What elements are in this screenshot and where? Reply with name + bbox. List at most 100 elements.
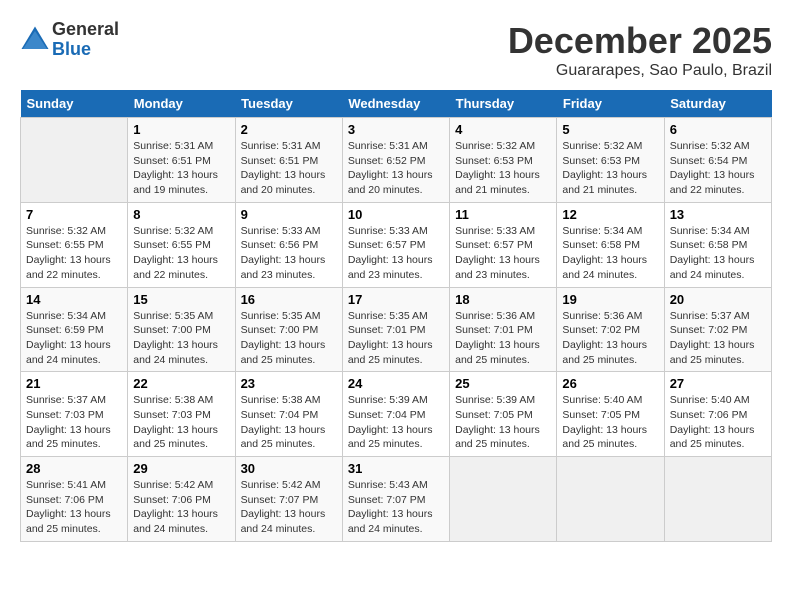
location: Guararapes, Sao Paulo, Brazil <box>508 62 772 80</box>
day-info: Sunrise: 5:38 AM Sunset: 7:03 PM Dayligh… <box>133 393 229 452</box>
day-number: 8 <box>133 207 229 222</box>
day-number: 19 <box>562 292 658 307</box>
day-info: Sunrise: 5:32 AM Sunset: 6:55 PM Dayligh… <box>26 224 122 283</box>
day-number: 24 <box>348 376 444 391</box>
day-info: Sunrise: 5:34 AM Sunset: 6:59 PM Dayligh… <box>26 309 122 368</box>
day-number: 2 <box>241 122 337 137</box>
day-info: Sunrise: 5:32 AM Sunset: 6:55 PM Dayligh… <box>133 224 229 283</box>
weekday-header-tuesday: Tuesday <box>235 90 342 118</box>
weekday-header-wednesday: Wednesday <box>342 90 449 118</box>
day-number: 16 <box>241 292 337 307</box>
week-row-3: 14 Sunrise: 5:34 AM Sunset: 6:59 PM Dayli… <box>21 287 772 372</box>
day-info: Sunrise: 5:33 AM Sunset: 6:57 PM Dayligh… <box>348 224 444 283</box>
day-number: 22 <box>133 376 229 391</box>
calendar-cell <box>450 457 557 542</box>
calendar-cell <box>21 118 128 203</box>
calendar-cell: 22 Sunrise: 5:38 AM Sunset: 7:03 PM Dayli… <box>128 372 235 457</box>
calendar-cell: 31 Sunrise: 5:43 AM Sunset: 7:07 PM Dayli… <box>342 457 449 542</box>
calendar-cell: 27Sunrise: 5:40 AM Sunset: 7:06 PM Dayli… <box>664 372 771 457</box>
day-info: Sunrise: 5:40 AM Sunset: 7:06 PM Dayligh… <box>670 393 766 452</box>
day-info: Sunrise: 5:36 AM Sunset: 7:01 PM Dayligh… <box>455 309 551 368</box>
day-number: 3 <box>348 122 444 137</box>
day-info: Sunrise: 5:39 AM Sunset: 7:04 PM Dayligh… <box>348 393 444 452</box>
calendar-cell: 13 Sunrise: 5:34 AM Sunset: 6:58 PM Dayli… <box>664 202 771 287</box>
day-info: Sunrise: 5:37 AM Sunset: 7:03 PM Dayligh… <box>26 393 122 452</box>
day-number: 5 <box>562 122 658 137</box>
day-number: 13 <box>670 207 766 222</box>
calendar-cell: 19 Sunrise: 5:36 AM Sunset: 7:02 PM Dayli… <box>557 287 664 372</box>
month-title: December 2025 <box>508 20 772 62</box>
calendar-cell: 2 Sunrise: 5:31 AM Sunset: 6:51 PM Daylig… <box>235 118 342 203</box>
day-number: 6 <box>670 122 766 137</box>
day-info: Sunrise: 5:31 AM Sunset: 6:51 PM Dayligh… <box>241 139 337 198</box>
day-number: 7 <box>26 207 122 222</box>
calendar-cell: 23Sunrise: 5:38 AM Sunset: 7:04 PM Dayli… <box>235 372 342 457</box>
calendar-cell: 18Sunrise: 5:36 AM Sunset: 7:01 PM Dayli… <box>450 287 557 372</box>
logo-text: General Blue <box>52 20 119 60</box>
day-info: Sunrise: 5:32 AM Sunset: 6:53 PM Dayligh… <box>455 139 551 198</box>
day-info: Sunrise: 5:34 AM Sunset: 6:58 PM Dayligh… <box>562 224 658 283</box>
calendar-cell: 20Sunrise: 5:37 AM Sunset: 7:02 PM Dayli… <box>664 287 771 372</box>
day-info: Sunrise: 5:39 AM Sunset: 7:05 PM Dayligh… <box>455 393 551 452</box>
day-number: 20 <box>670 292 766 307</box>
calendar-cell: 16Sunrise: 5:35 AM Sunset: 7:00 PM Dayli… <box>235 287 342 372</box>
day-number: 10 <box>348 207 444 222</box>
day-info: Sunrise: 5:36 AM Sunset: 7:02 PM Dayligh… <box>562 309 658 368</box>
logo-icon <box>20 25 50 55</box>
calendar-cell: 21Sunrise: 5:37 AM Sunset: 7:03 PM Dayli… <box>21 372 128 457</box>
day-number: 4 <box>455 122 551 137</box>
calendar-cell: 28 Sunrise: 5:41 AM Sunset: 7:06 PM Dayli… <box>21 457 128 542</box>
calendar-table: SundayMondayTuesdayWednesdayThursdayFrid… <box>20 90 772 542</box>
calendar-cell: 15 Sunrise: 5:35 AM Sunset: 7:00 PM Dayli… <box>128 287 235 372</box>
day-number: 15 <box>133 292 229 307</box>
calendar-cell: 24 Sunrise: 5:39 AM Sunset: 7:04 PM Dayli… <box>342 372 449 457</box>
week-row-1: 1Sunrise: 5:31 AM Sunset: 6:51 PM Daylig… <box>21 118 772 203</box>
day-info: Sunrise: 5:43 AM Sunset: 7:07 PM Dayligh… <box>348 478 444 537</box>
day-number: 25 <box>455 376 551 391</box>
week-row-5: 28 Sunrise: 5:41 AM Sunset: 7:06 PM Dayli… <box>21 457 772 542</box>
logo-general: General <box>52 20 119 40</box>
calendar-cell: 25 Sunrise: 5:39 AM Sunset: 7:05 PM Dayli… <box>450 372 557 457</box>
weekday-header-sunday: Sunday <box>21 90 128 118</box>
calendar-cell: 12 Sunrise: 5:34 AM Sunset: 6:58 PM Dayli… <box>557 202 664 287</box>
day-number: 12 <box>562 207 658 222</box>
calendar-cell: 11Sunrise: 5:33 AM Sunset: 6:57 PM Dayli… <box>450 202 557 287</box>
day-info: Sunrise: 5:32 AM Sunset: 6:54 PM Dayligh… <box>670 139 766 198</box>
week-row-4: 21Sunrise: 5:37 AM Sunset: 7:03 PM Dayli… <box>21 372 772 457</box>
week-row-2: 7 Sunrise: 5:32 AM Sunset: 6:55 PM Daylig… <box>21 202 772 287</box>
calendar-cell: 10 Sunrise: 5:33 AM Sunset: 6:57 PM Dayli… <box>342 202 449 287</box>
calendar-cell: 6 Sunrise: 5:32 AM Sunset: 6:54 PM Daylig… <box>664 118 771 203</box>
day-number: 29 <box>133 461 229 476</box>
title-block: December 2025 Guararapes, Sao Paulo, Bra… <box>508 20 772 80</box>
day-number: 28 <box>26 461 122 476</box>
calendar-cell <box>664 457 771 542</box>
day-number: 23 <box>241 376 337 391</box>
calendar-cell: 30 Sunrise: 5:42 AM Sunset: 7:07 PM Dayli… <box>235 457 342 542</box>
day-info: Sunrise: 5:35 AM Sunset: 7:00 PM Dayligh… <box>133 309 229 368</box>
day-info: Sunrise: 5:31 AM Sunset: 6:52 PM Dayligh… <box>348 139 444 198</box>
calendar-cell: 17Sunrise: 5:35 AM Sunset: 7:01 PM Dayli… <box>342 287 449 372</box>
calendar-cell: 14 Sunrise: 5:34 AM Sunset: 6:59 PM Dayli… <box>21 287 128 372</box>
weekday-header-saturday: Saturday <box>664 90 771 118</box>
calendar-cell: 1Sunrise: 5:31 AM Sunset: 6:51 PM Daylig… <box>128 118 235 203</box>
day-number: 11 <box>455 207 551 222</box>
calendar-cell: 7 Sunrise: 5:32 AM Sunset: 6:55 PM Daylig… <box>21 202 128 287</box>
day-info: Sunrise: 5:32 AM Sunset: 6:53 PM Dayligh… <box>562 139 658 198</box>
calendar-cell: 4 Sunrise: 5:32 AM Sunset: 6:53 PM Daylig… <box>450 118 557 203</box>
calendar-cell: 8 Sunrise: 5:32 AM Sunset: 6:55 PM Daylig… <box>128 202 235 287</box>
calendar-cell <box>557 457 664 542</box>
day-number: 31 <box>348 461 444 476</box>
calendar-cell: 3 Sunrise: 5:31 AM Sunset: 6:52 PM Daylig… <box>342 118 449 203</box>
page-header: General Blue December 2025 Guararapes, S… <box>20 20 772 80</box>
logo: General Blue <box>20 20 119 60</box>
day-info: Sunrise: 5:35 AM Sunset: 7:01 PM Dayligh… <box>348 309 444 368</box>
day-number: 30 <box>241 461 337 476</box>
day-number: 14 <box>26 292 122 307</box>
day-info: Sunrise: 5:42 AM Sunset: 7:07 PM Dayligh… <box>241 478 337 537</box>
day-info: Sunrise: 5:41 AM Sunset: 7:06 PM Dayligh… <box>26 478 122 537</box>
weekday-header-row: SundayMondayTuesdayWednesdayThursdayFrid… <box>21 90 772 118</box>
day-number: 26 <box>562 376 658 391</box>
weekday-header-friday: Friday <box>557 90 664 118</box>
calendar-cell: 9Sunrise: 5:33 AM Sunset: 6:56 PM Daylig… <box>235 202 342 287</box>
day-info: Sunrise: 5:34 AM Sunset: 6:58 PM Dayligh… <box>670 224 766 283</box>
